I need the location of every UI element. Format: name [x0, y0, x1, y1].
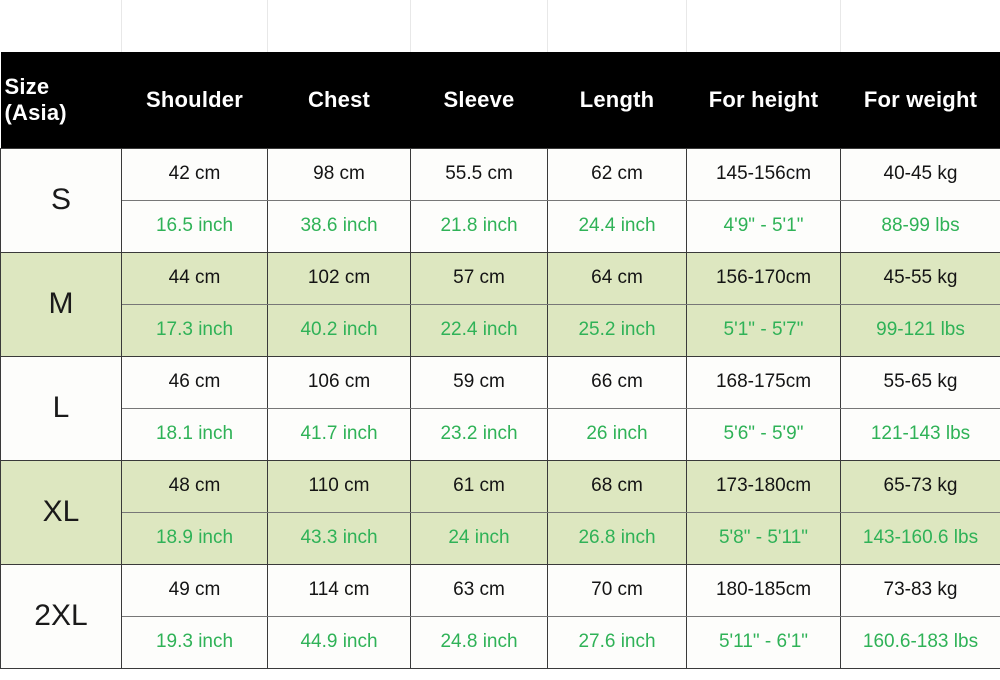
measurement-cell-cm: 70 cm: [547, 563, 687, 617]
top-spacer-row: [0, 0, 1000, 52]
column-header-length: Length: [547, 52, 687, 148]
column-header-sleeve: Sleeve: [410, 52, 548, 148]
measurement-cell-inch: 18.1 inch: [121, 408, 268, 461]
measurement-cell-inch: 19.3 inch: [121, 616, 268, 669]
measurement-cell-cm: 73-83 kg: [840, 563, 1000, 617]
measurement-cell-inch: 18.9 inch: [121, 512, 268, 565]
measurement-cell-inch: 88-99 lbs: [840, 200, 1000, 253]
table-row: M 44 cm 102 cm 57 cm 64 cm 156-170cm 45-55 kg: [0, 251, 1000, 357]
measurement-cell-inch: 44.9 inch: [267, 616, 411, 669]
measurement-cell-cm: 110 cm: [267, 459, 411, 513]
size-chart-image: Size (Asia) Shoulder Chest Sleeve Length…: [0, 0, 1000, 680]
measurement-cell-cm: 40-45 kg: [840, 147, 1000, 201]
measurement-cell-cm: 42 cm: [121, 147, 268, 201]
size-label-cell: S: [0, 147, 122, 253]
spacer-cell: [121, 0, 268, 52]
table-row: L 46 cm 106 cm 59 cm 66 cm 168-175cm 55-65 kg: [0, 355, 1000, 461]
measurement-cell-inch: 41.7 inch: [267, 408, 411, 461]
spacer-cell: [686, 0, 841, 52]
measurement-cell-cm: 102 cm: [267, 251, 411, 305]
measurement-cell-cm: 180-185cm: [686, 563, 841, 617]
measurement-cell-inch: 5'11" - 6'1": [686, 616, 841, 669]
measurement-cell-cm: 66 cm: [547, 355, 687, 409]
size-label-cell: M: [0, 251, 122, 357]
spacer-cell: [547, 0, 687, 52]
measurement-cell-inch: 121-143 lbs: [840, 408, 1000, 461]
table-row: 18.9 inch 43.3 inch 24 inch 26.8 inch 5'8" -…: [1, 512, 1000, 565]
spacer-cell: [840, 0, 1000, 52]
measurement-cell-cm: 55-65 kg: [840, 355, 1000, 409]
measurement-cell-cm: 106 cm: [267, 355, 411, 409]
measurement-cell-inch: 38.6 inch: [267, 200, 411, 253]
table-row: S 42 cm 98 cm 55.5 cm 62 cm 145-156cm 40-45 kg: [0, 147, 1000, 253]
table-row: XL 48 cm 110 cm 61 cm 68 cm 173-180cm 65-73 kg: [0, 459, 1000, 565]
measurement-cell-cm: 173-180cm: [686, 459, 841, 513]
measurement-cell-cm: 49 cm: [121, 563, 268, 617]
measurement-cell-cm: 62 cm: [547, 147, 687, 201]
table-row: 17.3 inch 40.2 inch 22.4 inch 25.2 inch 5'1"…: [1, 304, 1000, 357]
column-header-chest: Chest: [267, 52, 411, 148]
spacer-cell: [267, 0, 411, 52]
measurement-cell-cm: 45-55 kg: [840, 251, 1000, 305]
measurement-cell-inch: 43.3 inch: [267, 512, 411, 565]
measurement-cell-inch: 22.4 inch: [410, 304, 548, 357]
table-row: 16.5 inch 38.6 inch 21.8 inch 24.4 inch 4'9"…: [1, 200, 1000, 253]
measurement-cell-inch: 16.5 inch: [121, 200, 268, 253]
measurement-cell-inch: 99-121 lbs: [840, 304, 1000, 357]
measurement-cell-cm: 59 cm: [410, 355, 548, 409]
column-header-size: Size (Asia): [0, 52, 122, 148]
measurement-cell-cm: 156-170cm: [686, 251, 841, 305]
table-row: 18.1 inch 41.7 inch 23.2 inch 26 inch 5'6" -…: [1, 408, 1000, 461]
measurement-cell-inch: 24.4 inch: [547, 200, 687, 253]
measurement-cell-inch: 24.8 inch: [410, 616, 548, 669]
measurement-cell-cm: 114 cm: [267, 563, 411, 617]
measurement-cell-cm: 98 cm: [267, 147, 411, 201]
size-label-cell: L: [0, 355, 122, 461]
measurement-cell-cm: 46 cm: [121, 355, 268, 409]
measurement-cell-cm: 61 cm: [410, 459, 548, 513]
measurement-cell-inch: 23.2 inch: [410, 408, 548, 461]
measurement-cell-inch: 17.3 inch: [121, 304, 268, 357]
measurement-cell-inch: 160.6-183 lbs: [840, 616, 1000, 669]
spacer-cell: [410, 0, 548, 52]
size-chart-table: Size (Asia) Shoulder Chest Sleeve Length…: [0, 0, 1000, 669]
measurement-cell-cm: 145-156cm: [686, 147, 841, 201]
measurement-cell-cm: 63 cm: [410, 563, 548, 617]
measurement-cell-inch: 26 inch: [547, 408, 687, 461]
column-header-for-weight: For weight: [840, 52, 1000, 148]
measurement-cell-cm: 65-73 kg: [840, 459, 1000, 513]
size-label-cell: 2XL: [0, 563, 122, 669]
measurement-cell-inch: 5'1" - 5'7": [686, 304, 841, 357]
measurement-cell-inch: 5'8" - 5'11": [686, 512, 841, 565]
measurement-cell-cm: 64 cm: [547, 251, 687, 305]
measurement-cell-inch: 5'6" - 5'9": [686, 408, 841, 461]
measurement-cell-inch: 24 inch: [410, 512, 548, 565]
measurement-cell-cm: 57 cm: [410, 251, 548, 305]
table-row: 2XL 49 cm 114 cm 63 cm 70 cm 180-185cm 73-83 k…: [0, 563, 1000, 669]
measurement-cell-cm: 48 cm: [121, 459, 268, 513]
measurement-cell-inch: 4'9" - 5'1": [686, 200, 841, 253]
measurement-cell-inch: 27.6 inch: [547, 616, 687, 669]
measurement-cell-cm: 55.5 cm: [410, 147, 548, 201]
measurement-cell-cm: 68 cm: [547, 459, 687, 513]
table-header-row: Size (Asia) Shoulder Chest Sleeve Length…: [0, 52, 1000, 148]
measurement-cell-inch: 25.2 inch: [547, 304, 687, 357]
spacer-cell: [0, 0, 122, 52]
table-row: 19.3 inch 44.9 inch 24.8 inch 27.6 inch 5'11…: [1, 616, 1000, 669]
measurement-cell-inch: 21.8 inch: [410, 200, 548, 253]
column-header-shoulder: Shoulder: [121, 52, 268, 148]
column-header-for-height: For height: [686, 52, 841, 148]
measurement-cell-cm: 44 cm: [121, 251, 268, 305]
size-label-cell: XL: [0, 459, 122, 565]
measurement-cell-inch: 143-160.6 lbs: [840, 512, 1000, 565]
measurement-cell-inch: 26.8 inch: [547, 512, 687, 565]
measurement-cell-inch: 40.2 inch: [267, 304, 411, 357]
measurement-cell-cm: 168-175cm: [686, 355, 841, 409]
